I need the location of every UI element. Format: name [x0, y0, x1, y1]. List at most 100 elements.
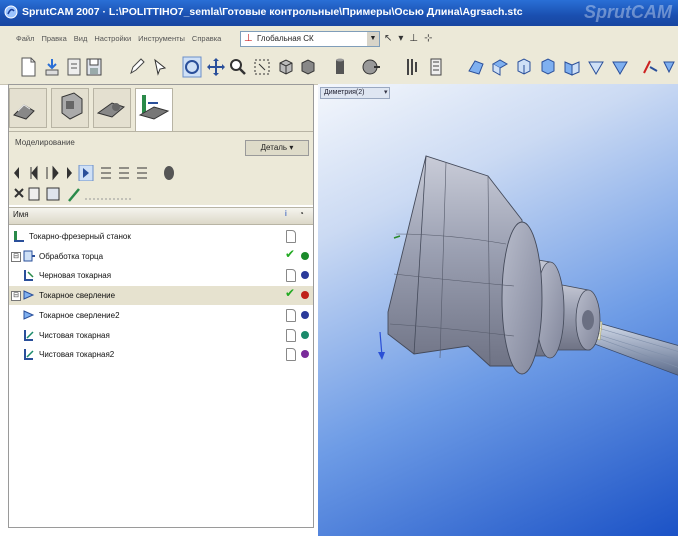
column-info[interactable]: i: [285, 209, 287, 218]
menu-edit[interactable]: Правка: [41, 34, 66, 43]
status-dot[interactable]: [301, 350, 309, 359]
tree-row[interactable]: Чистовая токарная: [9, 326, 313, 345]
part-model: [378, 155, 678, 376]
rotate-view-icon[interactable]: [182, 56, 202, 78]
operations-toolbar: [9, 159, 313, 205]
simulate-icon[interactable]: [360, 56, 380, 78]
pointer-icon[interactable]: ↖: [384, 33, 392, 44]
model-icon: [13, 104, 35, 120]
part-dropdown-label: Деталь: [260, 143, 288, 152]
operations-nav-icons: [14, 165, 174, 181]
menubar-tools: ↖ ▾ ⊥ ⊹: [384, 33, 433, 44]
tree-row[interactable]: Черновая токарная: [9, 266, 313, 285]
view-right-icon[interactable]: [514, 56, 534, 78]
zoom-window-icon[interactable]: [252, 56, 272, 78]
expand-toggle-icon[interactable]: ⊟: [11, 291, 21, 302]
machining-icon: [138, 95, 170, 120]
operations-edit-icons: [14, 187, 133, 202]
view-cube-icon[interactable]: [276, 56, 296, 78]
panel-header-label: Моделирование: [15, 138, 75, 147]
view-extra-icon[interactable]: [662, 56, 678, 78]
shaded-view-icon[interactable]: [298, 56, 318, 78]
tab-machining[interactable]: [135, 88, 173, 131]
roughing-icon: [23, 268, 35, 282]
save-icon[interactable]: [84, 56, 104, 78]
toolpath-icon[interactable]: [426, 56, 446, 78]
brand-watermark: SprutCAM: [584, 2, 672, 22]
status-dot[interactable]: [301, 310, 309, 319]
part-dropdown-button[interactable]: Деталь ▾: [245, 140, 309, 156]
status-dot[interactable]: [301, 291, 309, 300]
menu-view[interactable]: Вид: [74, 34, 88, 43]
sprutcam-app-icon: [4, 5, 18, 19]
view-iso-icon[interactable]: [538, 56, 558, 78]
column-status[interactable]: ◔: [299, 209, 304, 218]
chevron-down-icon[interactable]: ▼: [367, 32, 379, 46]
panel-tabs: [9, 85, 313, 131]
tree-row[interactable]: ⊟ Обработка торца ✔: [9, 247, 313, 266]
title-bar: SprutCAM 2007 · L:\POLITTIHO7_semla\Гото…: [0, 0, 678, 26]
finishing-icon: [23, 328, 35, 342]
operation-label: Токарное сверление: [39, 291, 116, 301]
axes-icon[interactable]: [640, 56, 660, 78]
document-icon[interactable]: [286, 230, 296, 243]
coordinate-system-value: Глобальная СК: [257, 34, 314, 43]
menu-help[interactable]: Справка: [192, 34, 221, 43]
document-icon[interactable]: [286, 308, 296, 322]
view-bottom-icon[interactable]: [586, 56, 606, 78]
workpiece-icon: [61, 92, 83, 120]
status-dot[interactable]: [301, 271, 309, 280]
checkmark-icon[interactable]: ✔: [285, 247, 295, 261]
coordinate-system-select[interactable]: ⊥ Глобальная СК ▼: [240, 31, 380, 47]
column-name[interactable]: Имя: [13, 210, 29, 219]
status-dot[interactable]: [301, 251, 309, 260]
operation-label: Токарно-фрезерный станок: [29, 232, 131, 241]
axis-icon: ⊥: [244, 33, 253, 44]
operation-label: Черновая токарная: [39, 271, 112, 281]
grid-icon[interactable]: ⊹: [424, 33, 432, 44]
dropdown-icon[interactable]: ▾: [398, 33, 403, 44]
menu-settings[interactable]: Настройки: [94, 34, 131, 43]
finishing-icon: [23, 347, 35, 361]
view-left-icon[interactable]: [562, 56, 582, 78]
tree-row[interactable]: Токарное сверление2: [9, 306, 313, 325]
operation-label: Чистовая токарная2: [39, 350, 115, 360]
tree-row[interactable]: ⊟ Токарное сверление ✔: [9, 286, 313, 306]
new-file-icon[interactable]: [18, 56, 38, 78]
document-icon[interactable]: [286, 269, 296, 283]
menu-file[interactable]: Файл: [16, 34, 34, 43]
pin-icon[interactable]: ⊥: [409, 33, 418, 44]
document-icon[interactable]: [286, 328, 296, 342]
drilling-icon: [23, 308, 35, 322]
pencil-icon[interactable]: [126, 56, 146, 78]
export-icon[interactable]: [64, 56, 84, 78]
import-icon[interactable]: [42, 56, 62, 78]
window-title: SprutCAM 2007 · L:\POLITTIHO7_semla\Гото…: [22, 6, 523, 18]
tree-row[interactable]: Токарно-фрезерный станок: [9, 227, 313, 246]
view-front-icon[interactable]: [466, 56, 486, 78]
main-toolbar: [0, 52, 678, 85]
view-top-icon[interactable]: [490, 56, 510, 78]
machine-icon: [13, 229, 25, 243]
zoom-icon[interactable]: [228, 56, 248, 78]
tool-icon[interactable]: [402, 56, 422, 78]
tree-row[interactable]: Чистовая токарная2: [9, 345, 313, 364]
tab-workpiece[interactable]: [51, 88, 89, 128]
drilling-icon: [23, 288, 35, 302]
tools-icon: [96, 102, 126, 118]
view-back-icon[interactable]: [610, 56, 630, 78]
pan-view-icon[interactable]: [206, 56, 226, 78]
document-icon[interactable]: [286, 348, 296, 362]
tab-model[interactable]: [9, 88, 47, 128]
tab-tools[interactable]: [93, 88, 131, 128]
3d-viewport[interactable]: Диметрия(2) ▾: [318, 84, 678, 536]
checkmark-icon[interactable]: ✔: [285, 286, 295, 300]
cylinder-icon[interactable]: [330, 56, 350, 78]
select-icon[interactable]: [150, 56, 170, 78]
left-panel: Моделирование Деталь ▾ Имя i ◔ Токарно-ф…: [8, 84, 314, 528]
menu-list: Файл Правка Вид Настройки Инструменты Сп…: [16, 34, 221, 43]
status-dot[interactable]: [301, 330, 309, 339]
menu-tools[interactable]: Инструменты: [138, 34, 185, 43]
expand-toggle-icon[interactable]: ⊟: [11, 251, 21, 262]
operation-label: Чистовая токарная: [39, 330, 110, 340]
